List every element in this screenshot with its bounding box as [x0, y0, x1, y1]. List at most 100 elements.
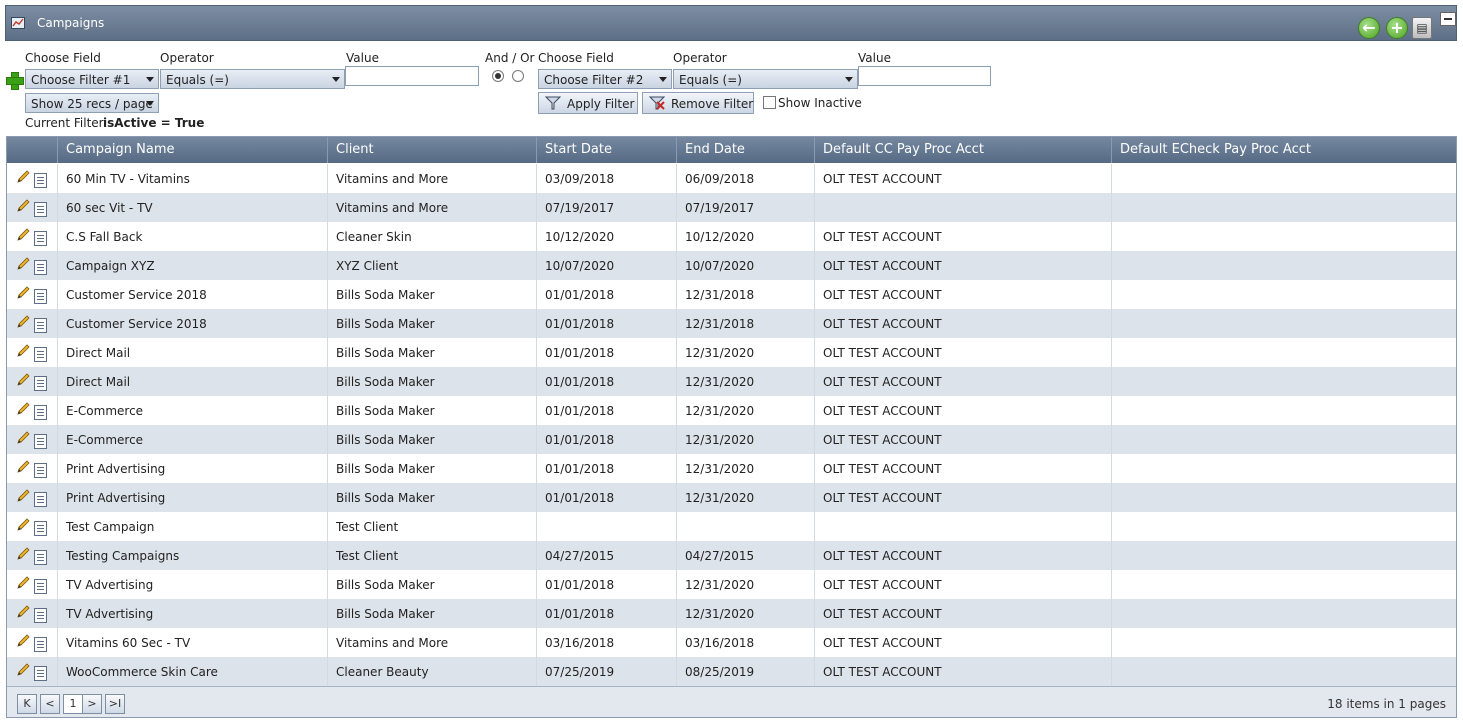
- cell-client: Cleaner Skin: [328, 222, 537, 251]
- edit-pencil-icon[interactable]: [15, 285, 31, 301]
- edit-pencil-icon[interactable]: [15, 430, 31, 446]
- grid-header: Campaign Name Client Start Date End Date…: [7, 137, 1456, 163]
- cell-start-date: 01/01/2018: [537, 280, 677, 309]
- cell-default-echeck-acct: [1112, 512, 1456, 541]
- cell-client: Bills Soda Maker: [328, 483, 537, 512]
- document-icon[interactable]: [34, 318, 47, 333]
- document-icon[interactable]: [34, 637, 47, 652]
- row-actions: [7, 367, 58, 396]
- filter1-value-input[interactable]: [345, 66, 479, 86]
- prev-page-button[interactable]: <: [40, 694, 60, 714]
- cell-client: Vitamins and More: [328, 193, 537, 222]
- document-icon[interactable]: [34, 376, 47, 391]
- or-radio[interactable]: [512, 70, 524, 82]
- document-icon[interactable]: [34, 173, 47, 188]
- add-icon[interactable]: +: [1386, 17, 1408, 39]
- edit-pencil-icon[interactable]: [15, 198, 31, 214]
- document-icon[interactable]: [34, 405, 47, 420]
- edit-pencil-icon[interactable]: [15, 314, 31, 330]
- document-icon[interactable]: [34, 521, 47, 536]
- header-default-echeck-acct[interactable]: Default ECheck Pay Proc Acct: [1112, 137, 1456, 163]
- header-default-cc-acct[interactable]: Default CC Pay Proc Acct: [815, 137, 1112, 163]
- cell-default-cc-acct: OLT TEST ACCOUNT: [815, 570, 1112, 599]
- filter2-operator-select[interactable]: Equals (=): [673, 69, 858, 89]
- cell-default-cc-acct: [815, 193, 1112, 222]
- cell-default-echeck-acct: [1112, 570, 1456, 599]
- header-campaign-name[interactable]: Campaign Name: [58, 137, 328, 163]
- edit-pencil-icon[interactable]: [15, 575, 31, 591]
- document-icon[interactable]: [34, 347, 47, 362]
- edit-pencil-icon[interactable]: [15, 546, 31, 562]
- document-icon[interactable]: [34, 550, 47, 565]
- and-or-label: And / Or: [485, 51, 535, 65]
- header-actions: [7, 137, 58, 163]
- document-icon[interactable]: [34, 666, 47, 681]
- edit-pencil-icon[interactable]: [15, 401, 31, 417]
- cell-default-echeck-acct: [1112, 483, 1456, 512]
- edit-pencil-icon[interactable]: [15, 488, 31, 504]
- cell-client: Bills Soda Maker: [328, 425, 537, 454]
- cell-start-date: 03/16/2018: [537, 628, 677, 657]
- cell-end-date: 12/31/2020: [677, 570, 815, 599]
- edit-pencil-icon[interactable]: [15, 517, 31, 533]
- row-actions: [7, 280, 58, 309]
- remove-filter-button[interactable]: Remove Filter: [642, 92, 754, 114]
- table-row: TV Advertising Bills Soda Maker 01/01/2018…: [7, 599, 1456, 628]
- edit-pencil-icon[interactable]: [15, 372, 31, 388]
- edit-pencil-icon[interactable]: [15, 633, 31, 649]
- header-client[interactable]: Client: [328, 137, 537, 163]
- cell-campaign-name: E-Commerce: [58, 396, 328, 425]
- document-icon[interactable]: [34, 492, 47, 507]
- last-page-button[interactable]: >I: [105, 694, 125, 714]
- cell-default-cc-acct: OLT TEST ACCOUNT: [815, 251, 1112, 280]
- add-filter-icon[interactable]: [6, 72, 24, 90]
- page-size-select[interactable]: Show 25 recs / page: [25, 93, 159, 113]
- edit-pencil-icon[interactable]: [15, 169, 31, 185]
- header-start-date[interactable]: Start Date: [537, 137, 677, 163]
- document-icon[interactable]: [34, 260, 47, 275]
- cell-client: Bills Soda Maker: [328, 396, 537, 425]
- cell-start-date: 01/01/2018: [537, 338, 677, 367]
- collapse-icon[interactable]: [1440, 12, 1456, 26]
- first-page-button[interactable]: K: [17, 694, 37, 714]
- table-row: E-Commerce Bills Soda Maker 01/01/2018 12/3…: [7, 425, 1456, 454]
- edit-pencil-icon[interactable]: [15, 227, 31, 243]
- next-page-button[interactable]: >: [82, 694, 102, 714]
- edit-pencil-icon[interactable]: [15, 256, 31, 272]
- table-row: 60 Min TV - Vitamins Vitamins and More 03/…: [7, 164, 1456, 193]
- filter2-field-select[interactable]: Choose Filter #2: [538, 69, 672, 89]
- edit-pencil-icon[interactable]: [15, 662, 31, 678]
- cell-client: Bills Soda Maker: [328, 338, 537, 367]
- cell-client: Vitamins and More: [328, 164, 537, 193]
- export-icon[interactable]: ▤: [1412, 17, 1432, 39]
- filter1-field-select[interactable]: Choose Filter #1: [25, 69, 159, 89]
- cell-start-date: 07/25/2019: [537, 657, 677, 686]
- back-arrow-icon[interactable]: ←: [1358, 17, 1380, 39]
- filter1-operator-select[interactable]: Equals (=): [160, 69, 345, 89]
- cell-end-date: 12/31/2020: [677, 599, 815, 628]
- document-icon[interactable]: [34, 202, 47, 217]
- page-1-button[interactable]: 1: [63, 694, 83, 714]
- cell-client: Bills Soda Maker: [328, 570, 537, 599]
- document-icon[interactable]: [34, 231, 47, 246]
- cell-default-echeck-acct: [1112, 657, 1456, 686]
- filter2-value-input[interactable]: [858, 66, 991, 86]
- and-radio[interactable]: [492, 70, 504, 82]
- apply-filter-button[interactable]: Apply Filter: [538, 92, 638, 114]
- document-icon[interactable]: [34, 463, 47, 478]
- table-row: Print Advertising Bills Soda Maker 01/01/2…: [7, 483, 1456, 512]
- apply-filter-label: Apply Filter: [567, 97, 635, 111]
- document-icon[interactable]: [34, 579, 47, 594]
- document-icon[interactable]: [34, 434, 47, 449]
- choose-field-label-1: Choose Field: [25, 51, 101, 65]
- header-end-date[interactable]: End Date: [677, 137, 815, 163]
- edit-pencil-icon[interactable]: [15, 343, 31, 359]
- cell-default-echeck-acct: [1112, 280, 1456, 309]
- document-icon[interactable]: [34, 608, 47, 623]
- show-inactive-checkbox[interactable]: [763, 96, 776, 109]
- edit-pencil-icon[interactable]: [15, 459, 31, 475]
- cell-default-cc-acct: OLT TEST ACCOUNT: [815, 541, 1112, 570]
- cell-campaign-name: Print Advertising: [58, 483, 328, 512]
- edit-pencil-icon[interactable]: [15, 604, 31, 620]
- document-icon[interactable]: [34, 289, 47, 304]
